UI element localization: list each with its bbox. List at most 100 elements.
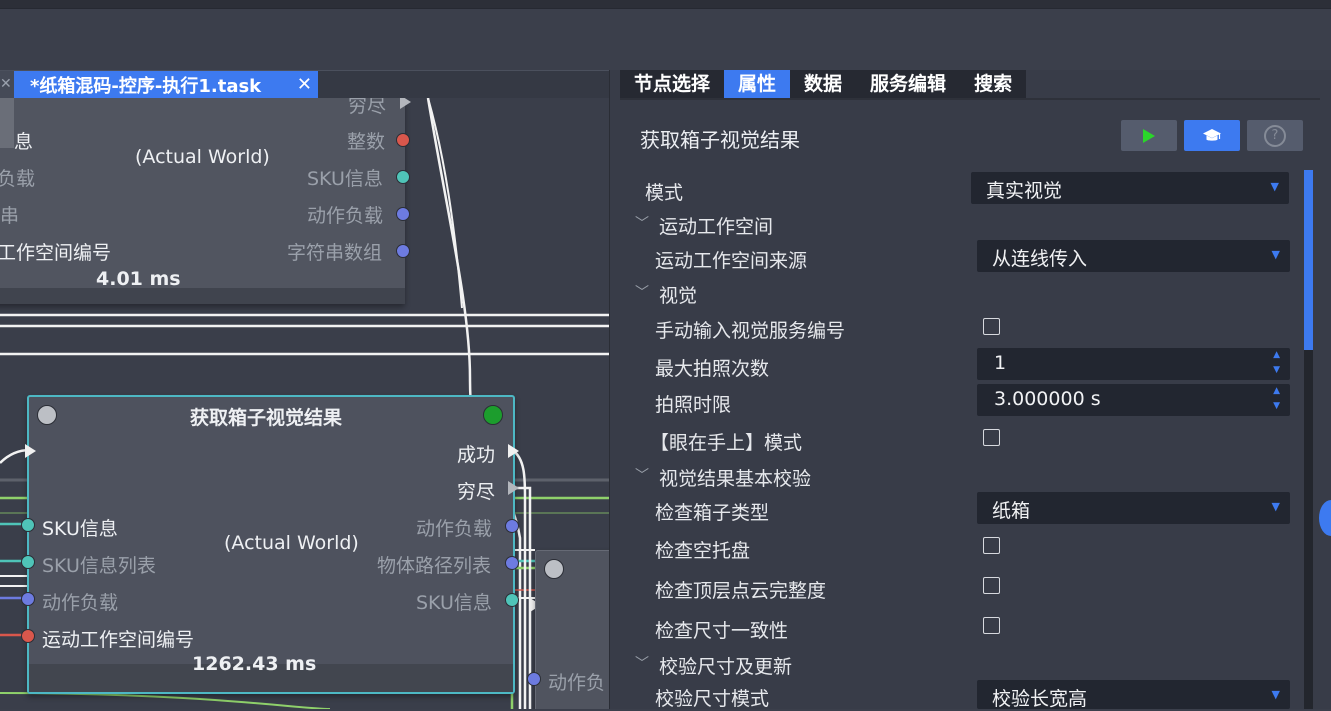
- status-indicator: [483, 405, 503, 425]
- eye-in-hand-checkbox[interactable]: [983, 429, 1000, 446]
- size-mode-dropdown[interactable]: 校验长宽高 ▼: [977, 680, 1290, 710]
- output-port[interactable]: [505, 519, 519, 533]
- tab-properties[interactable]: 属性: [724, 70, 791, 98]
- breakpoint-indicator[interactable]: [37, 405, 57, 425]
- caret-down-icon: ▼: [1271, 688, 1280, 701]
- mode-dropdown[interactable]: 真实视觉 ▼: [971, 172, 1289, 204]
- size-consistency-checkbox[interactable]: [983, 617, 1000, 634]
- output-port[interactable]: [396, 244, 410, 258]
- help-button[interactable]: ?: [1247, 120, 1303, 151]
- input-port[interactable]: [527, 672, 541, 686]
- chevron-down-icon[interactable]: ﹀: [635, 653, 649, 673]
- input-label: 动作负载: [42, 592, 119, 614]
- chevron-down-icon[interactable]: ﹀: [635, 465, 649, 485]
- chevron-down-icon[interactable]: ﹀: [635, 213, 649, 233]
- top-title-bar: [0, 0, 1331, 9]
- output-label: SKU信息: [307, 168, 383, 190]
- close-icon[interactable]: ✕: [0, 76, 12, 92]
- tab-data[interactable]: 数据: [790, 70, 856, 98]
- arrow-up-icon[interactable]: ▲: [1273, 350, 1280, 360]
- input-port[interactable]: [21, 629, 35, 643]
- dropdown-value: 纸箱: [992, 500, 1031, 522]
- motion-source-label: 运动工作空间来源: [655, 250, 808, 272]
- section-vision[interactable]: 视觉: [659, 281, 697, 308]
- exec-input-arrow-icon[interactable]: [25, 444, 36, 458]
- scrollbar-track-lower[interactable]: [1304, 350, 1313, 709]
- play-icon: [1143, 128, 1155, 143]
- output-label: 动作负载: [307, 205, 384, 227]
- output-port[interactable]: [396, 170, 410, 184]
- help-icon: ?: [1264, 124, 1286, 147]
- tab-search[interactable]: 搜索: [960, 70, 1026, 98]
- input-label: 负载: [0, 168, 36, 190]
- output-port[interactable]: [396, 133, 410, 147]
- input-port[interactable]: [21, 555, 35, 569]
- caret-down-icon: ▼: [1270, 180, 1279, 193]
- output-port[interactable]: [505, 593, 519, 607]
- input-label: 工作空间编号: [0, 242, 112, 264]
- time-limit-stepper[interactable]: 3.000000 s ▲ ▼: [977, 384, 1290, 416]
- scrollbar-thumb[interactable]: [1304, 170, 1313, 350]
- previous-tab[interactable]: ✕: [0, 71, 14, 99]
- graph-canvas[interactable]: (Actual World) 4.01 ms 穷尽 整数 SKU信息 动作负载 …: [0, 98, 609, 709]
- section-size-update[interactable]: 校验尺寸及更新: [659, 652, 792, 679]
- dropdown-value: 真实视觉: [986, 180, 1063, 202]
- manual-service-label: 手动输入视觉服务编号: [655, 320, 846, 342]
- output-label: 动作负载: [416, 518, 493, 540]
- manual-service-checkbox[interactable]: [983, 318, 1000, 335]
- tab-node-select[interactable]: 节点选择: [620, 70, 724, 98]
- input-port[interactable]: [21, 518, 35, 532]
- stepper-value: 3.000000 s: [994, 388, 1101, 410]
- output-port[interactable]: [396, 207, 410, 221]
- output-label: 穷尽: [457, 481, 496, 503]
- node-property-title: 获取箱子视觉结果: [640, 128, 800, 152]
- output-port[interactable]: [505, 556, 519, 570]
- tab-task-file[interactable]: *纸箱混码-控序-执行1.task ✕: [14, 71, 318, 99]
- run-button[interactable]: [1121, 120, 1177, 151]
- box-type-dropdown[interactable]: 纸箱 ▼: [977, 492, 1290, 524]
- input-label: SKU信息: [42, 518, 118, 540]
- dropdown-value: 校验长宽高: [992, 688, 1088, 710]
- max-shots-label: 最大拍照次数: [655, 358, 770, 380]
- output-label: SKU信息: [416, 592, 492, 614]
- output-label: 物体路径列表: [377, 555, 492, 577]
- exec-arrow-icon[interactable]: [400, 98, 411, 109]
- time-limit-label: 拍照时限: [655, 394, 732, 416]
- input-label: 串: [0, 205, 20, 227]
- mode-label: 模式: [645, 182, 684, 204]
- divider: [620, 98, 1320, 100]
- chevron-down-icon[interactable]: ﹀: [635, 282, 649, 302]
- exec-arrow-icon[interactable]: [508, 481, 519, 495]
- output-label: 成功: [457, 444, 496, 466]
- size-mode-label: 校验尺寸模式: [655, 688, 770, 710]
- tutorial-button[interactable]: [1184, 120, 1240, 151]
- stepper-value: 1: [994, 352, 1007, 374]
- editor-tab-strip: ✕ *纸箱混码-控序-执行1.task ✕: [0, 70, 609, 99]
- top-cloud-checkbox[interactable]: [983, 577, 1000, 594]
- empty-pallet-checkbox[interactable]: [983, 537, 1000, 554]
- node-title: 获取箱子视觉结果: [190, 407, 343, 429]
- node-world-label: (Actual World): [135, 146, 270, 168]
- arrow-down-icon[interactable]: ▼: [1273, 401, 1280, 411]
- arrow-up-icon[interactable]: ▲: [1273, 386, 1280, 396]
- section-vision-check[interactable]: 视觉结果基本校验: [659, 464, 811, 491]
- exec-arrow-icon[interactable]: [508, 444, 519, 458]
- input-label: 运动工作空间编号: [42, 629, 195, 651]
- close-icon[interactable]: ✕: [297, 74, 312, 95]
- top-cloud-label: 检查顶层点云完整度: [655, 580, 827, 602]
- motion-source-dropdown[interactable]: 从连线传入 ▼: [977, 240, 1290, 272]
- max-shots-stepper[interactable]: 1 ▲ ▼: [977, 348, 1290, 380]
- input-label: 息: [14, 131, 34, 153]
- section-motion-workspace[interactable]: 运动工作空间: [659, 212, 773, 239]
- output-label: 字符串数组: [287, 242, 383, 264]
- input-label: 动作负: [548, 672, 606, 694]
- breakpoint-indicator[interactable]: [544, 559, 564, 579]
- arrow-down-icon[interactable]: ▼: [1273, 365, 1280, 375]
- panel-tabs: 节点选择 属性 数据 服务编辑 搜索: [620, 70, 1027, 98]
- input-port[interactable]: [21, 592, 35, 606]
- input-label: SKU信息列表: [42, 555, 156, 577]
- output-label: 整数: [347, 131, 386, 153]
- tab-service-edit[interactable]: 服务编辑: [856, 70, 960, 98]
- tab-title: *纸箱混码-控序-执行1.task: [30, 76, 262, 97]
- node-footer: [0, 288, 405, 304]
